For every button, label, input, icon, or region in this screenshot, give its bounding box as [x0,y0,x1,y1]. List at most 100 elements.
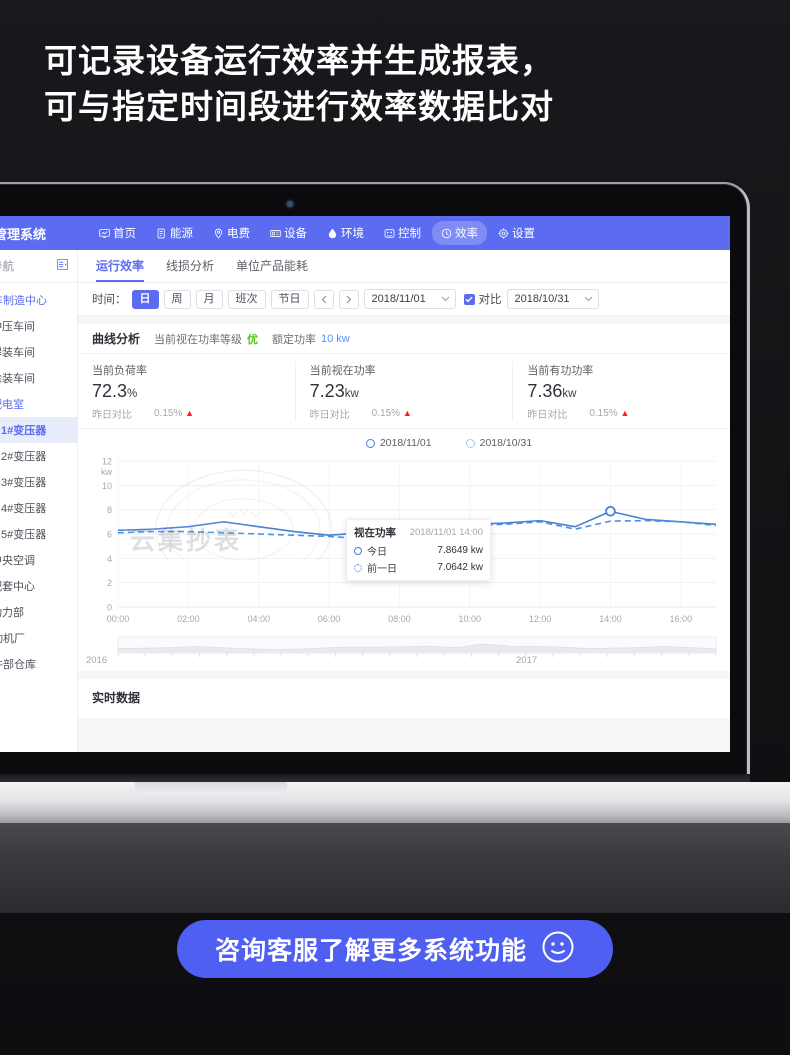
svg-text:00:00: 00:00 [107,614,130,624]
legend-item-2018/10/31[interactable]: 2018/10/31 [465,437,533,449]
sidebar-item-label: 动力部 [0,607,24,619]
app-navbar: 能源管理系统 首页 能源 电费 设备 环境 控制 效率 设置 [0,216,730,250]
sidebar-item-label: 1#变压器 [1,425,47,437]
sidebar-item-1#变压器[interactable]: 1#变压器 [0,417,77,443]
tab-线损分析[interactable]: 线损分析 [166,257,214,282]
time-segment-周[interactable]: 周 [163,289,191,309]
sidebar-item-label: 焊装车间 [0,347,35,359]
svg-text:10:00: 10:00 [458,614,481,624]
nav-item-环境[interactable]: 环境 [318,221,373,245]
svg-text:04:00: 04:00 [247,614,270,624]
time-segment-班次[interactable]: 班次 [227,289,266,309]
laptop-screen: 能源管理系统 首页 能源 电费 设备 环境 控制 效率 设置 位置导航 [0,216,730,752]
stat-compare-label: 昨日对比 [527,410,568,421]
stat-delta: 0.15% ▲ [372,408,412,419]
arrow-up-icon: ▲ [185,408,195,418]
compare-checkbox[interactable]: 对比 [463,291,502,307]
svg-text:4: 4 [107,554,112,564]
stat-label: 当前有功功率 [527,365,594,377]
sidebar-item-涂装车间[interactable]: 涂装车间 [0,365,77,391]
tab-单位产品能耗[interactable]: 单位产品能耗 [236,257,308,282]
stat-delta: 0.15% ▲ [589,408,629,419]
sidebar-item-label: 零件部仓库 [0,659,36,671]
sidebar-item-3#变压器[interactable]: 3#变压器 [0,469,77,495]
sidebar-item-中央空调[interactable]: 中央空调 [0,547,77,573]
cta-button[interactable]: 咨询客服了解更多系统功能 [177,920,613,978]
curve-analysis-card: 曲线分析 当前视在功率等级 优 额定功率 10 kw 当前负荷率 72.3% 昨… [78,324,730,428]
nav-item-能源[interactable]: 能源 [147,221,202,245]
sidebar-item-2#变压器[interactable]: 2#变压器 [0,443,77,469]
date-primary-select[interactable]: 2018/11/01 [363,289,456,309]
laptop-base-notch [135,782,287,795]
series-prev-marker-icon [354,563,362,572]
tooltip-series-name: 前一日 [367,564,397,575]
date-compare-select[interactable]: 2018/10/31 [506,289,599,309]
stat-card-2: 当前有功功率 7.36kw 昨日对比 0.15% ▲ [512,362,730,421]
clock-icon [441,228,452,239]
tab-运行效率[interactable]: 运行效率 [96,257,145,282]
menu-fold-icon[interactable] [56,257,69,275]
chart-legend: 2018/11/01 2018/10/31 [168,433,730,451]
stat-card-0: 当前负荷率 72.3% 昨日对比 0.15% ▲ [78,362,295,421]
smiley-face-icon [541,930,575,969]
rated-power-meta: 额定功率 10 kw [272,331,350,347]
energy-management-app: 能源管理系统 首页 能源 电费 设备 环境 控制 效率 设置 位置导航 [0,216,730,752]
sidebar-item-零件部仓库[interactable]: 零件部仓库 [0,651,77,677]
legend-label: 2018/10/31 [479,437,533,449]
time-segment-日[interactable]: 日 [131,289,159,309]
year-label-right: 2017 [516,655,538,666]
chart-plot: 0 2 4 6 8 10 12 kw 00:00 02:00 04:00 06:00 08:00 10:0… [84,451,722,633]
chevron-left-icon[interactable] [313,289,334,309]
svg-text:kw: kw [101,467,113,477]
content-tabs: 运行效率 线损分析 单位产品能耗 [78,250,730,283]
nav-item-控制[interactable]: 控制 [375,221,430,245]
sidebar-item-配电室[interactable]: 配电室 [0,391,77,417]
compare-label: 对比 [478,294,502,306]
location-sidebar: 位置导航 汽车制造中心冲压车间焊 [0,250,78,752]
nav-item-label: 设置 [512,228,536,240]
stat-delta-value: 0.15% [589,408,618,419]
sidebar-item-动力部[interactable]: 动力部 [0,599,77,625]
realtime-data-title: 实时数据 [92,691,141,705]
sidebar-item-label: 配套中心 [0,581,35,593]
sidebar-item-发动机厂[interactable]: 发动机厂 [0,625,77,651]
svg-text:10: 10 [102,481,112,491]
sidebar-item-label: 冲压车间 [0,321,35,333]
time-segment-节日[interactable]: 节日 [270,289,309,309]
sidebar-item-label: 中央空调 [0,555,35,567]
chevron-right-icon[interactable] [338,289,359,309]
checkbox-checked-icon [463,293,475,305]
sidebar-item-5#变压器[interactable]: 5#变压器 [0,521,77,547]
chevron-down-icon [441,293,450,305]
power-grade-meta: 当前视在功率等级 优 [154,331,258,347]
chart-datazoom-slider[interactable]: 2016 2017 [84,635,722,671]
sidebar-item-4#变压器[interactable]: 4#变压器 [0,495,77,521]
stat-unit: % [127,388,138,400]
nav-item-label: 效率 [455,228,479,240]
cta-label: 咨询客服了解更多系统功能 [214,937,527,965]
nav-item-效率[interactable]: 效率 [432,221,488,245]
stat-label: 当前视在功率 [309,365,376,377]
nav-item-设备[interactable]: 设备 [261,221,316,245]
headline-line-1: 可记录设备运行效率并生成报表， [44,42,554,79]
laptop-base [0,782,790,826]
svg-text:14:00: 14:00 [599,614,622,624]
sidebar-item-配套中心[interactable]: 配套中心 [0,573,77,599]
legend-item-2018/11/01[interactable]: 2018/11/01 [365,437,432,449]
rated-power-label: 额定功率 [272,333,317,346]
nav-item-label: 环境 [341,228,365,240]
nav-item-设置[interactable]: 设置 [489,221,544,245]
nav-item-电费[interactable]: 电费 [204,221,259,245]
nav-item-label: 电费 [227,228,251,240]
stat-label: 当前负荷率 [92,365,147,377]
realtime-data-card: 实时数据 [78,679,730,718]
datazoom-year-labels: 2016 2017 [84,655,722,669]
stat-value: 7.36kw [527,381,716,402]
time-segment-月[interactable]: 月 [195,289,223,309]
sidebar-item-冲压车间[interactable]: 冲压车间 [0,313,77,339]
stat-delta: 0.15% ▲ [154,408,194,419]
sidebar-item-焊装车间[interactable]: 焊装车间 [0,339,77,365]
nav-item-首页[interactable]: 首页 [90,221,145,245]
sidebar-item-汽车制造中心[interactable]: 汽车制造中心 [0,287,77,313]
laptop-base-shadow [0,823,790,913]
